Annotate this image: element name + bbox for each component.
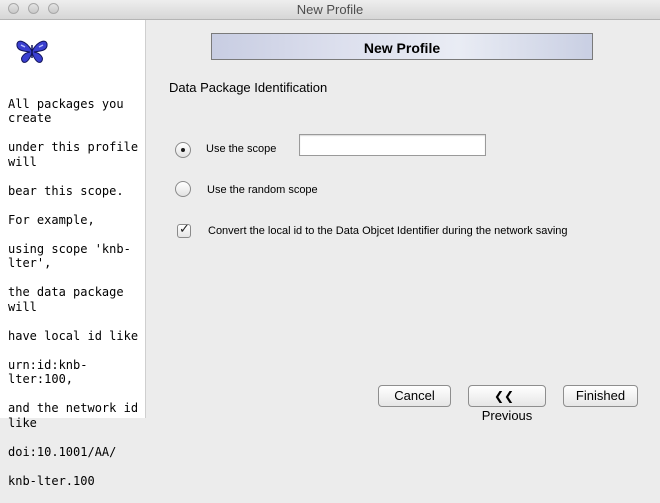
sidebar-help-line: the data package will: [8, 285, 124, 314]
finished-button[interactable]: Finished: [563, 385, 638, 407]
radio-selected-dot: [181, 148, 185, 152]
cancel-button[interactable]: Cancel: [378, 385, 451, 407]
sidebar-help-line: bear this scope.: [8, 183, 124, 198]
page-title: New Profile: [363, 40, 441, 56]
chevron-left-icon: ❮❮: [493, 389, 515, 403]
butterfly-icon: [16, 40, 48, 63]
sidebar-help-line: and the network id like: [8, 401, 139, 430]
sidebar-help-line: All packages you create: [8, 96, 124, 126]
sidebar-help-line: have local id like: [8, 328, 139, 343]
sidebar-help-line: knb-lter.100: [8, 473, 95, 488]
section-title: Data Package Identification: [169, 80, 328, 95]
sidebar-help-line: For example,: [8, 212, 95, 227]
page-banner: New Profile: [211, 33, 593, 60]
random-scope-radio[interactable]: [175, 181, 191, 197]
random-scope-label[interactable]: Use the random scope: [207, 184, 318, 196]
sidebar-panel: All packages you create under this profi…: [0, 20, 146, 488]
convert-id-checkbox[interactable]: ✓: [177, 221, 191, 238]
previous-button[interactable]: ❮❮ Previous: [468, 385, 546, 423]
convert-id-label[interactable]: Convert the local id to the Data Objcet …: [208, 225, 568, 237]
window-titlebar: New Profile: [0, 0, 660, 20]
window-title: New Profile: [296, 2, 364, 17]
use-scope-radio[interactable]: [175, 142, 191, 158]
sidebar-help-text: All packages you create under this profi…: [8, 82, 148, 503]
checkmark-icon: ✓: [179, 221, 190, 236]
use-scope-label[interactable]: Use the scope: [206, 143, 276, 155]
sidebar-help-line: doi:10.1001/AA/: [8, 444, 117, 459]
scope-input[interactable]: [299, 134, 486, 156]
previous-button-label: Previous: [481, 408, 533, 423]
sidebar-help-line: using scope 'knb-lter',: [8, 241, 131, 271]
sidebar-help-line: urn:id:knb-lter:100,: [8, 357, 88, 387]
sidebar-help-line: under this profile will: [8, 140, 139, 169]
